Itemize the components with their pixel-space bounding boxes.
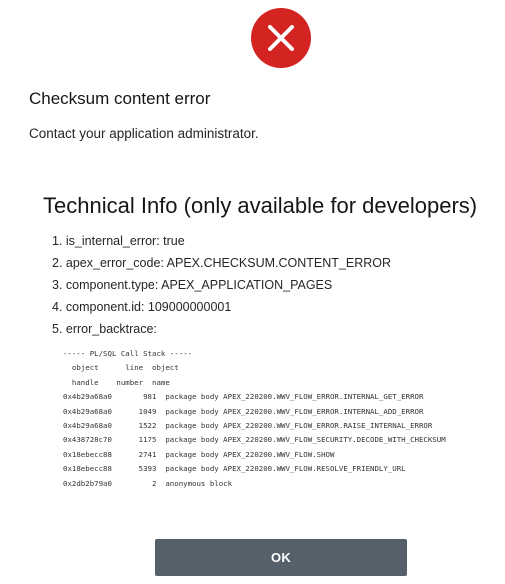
error-x-icon — [251, 8, 311, 68]
error-backtrace-text: ----- PL/SQL Call Stack ----- object lin… — [63, 349, 446, 488]
info-item-component-id: 4. component.id: 109000000001 — [52, 300, 232, 314]
info-item-is-internal-error: 1. is_internal_error: true — [52, 234, 185, 248]
error-title: Checksum content error — [29, 89, 211, 108]
technical-info-list: 1. is_internal_error: true 2. apex_error… — [52, 233, 391, 343]
technical-info-heading: Technical Info (only available for devel… — [43, 193, 478, 218]
error-message: Contact your application administrator. — [29, 126, 259, 141]
info-item-error-backtrace: 5. error_backtrace: — [52, 322, 157, 336]
info-item-component-type: 3. component.type: APEX_APPLICATION_PAGE… — [52, 278, 333, 292]
info-item-error-code: 2. apex_error_code: APEX.CHECKSUM.CONTEN… — [52, 256, 391, 270]
ok-button[interactable]: OK — [155, 539, 407, 576]
